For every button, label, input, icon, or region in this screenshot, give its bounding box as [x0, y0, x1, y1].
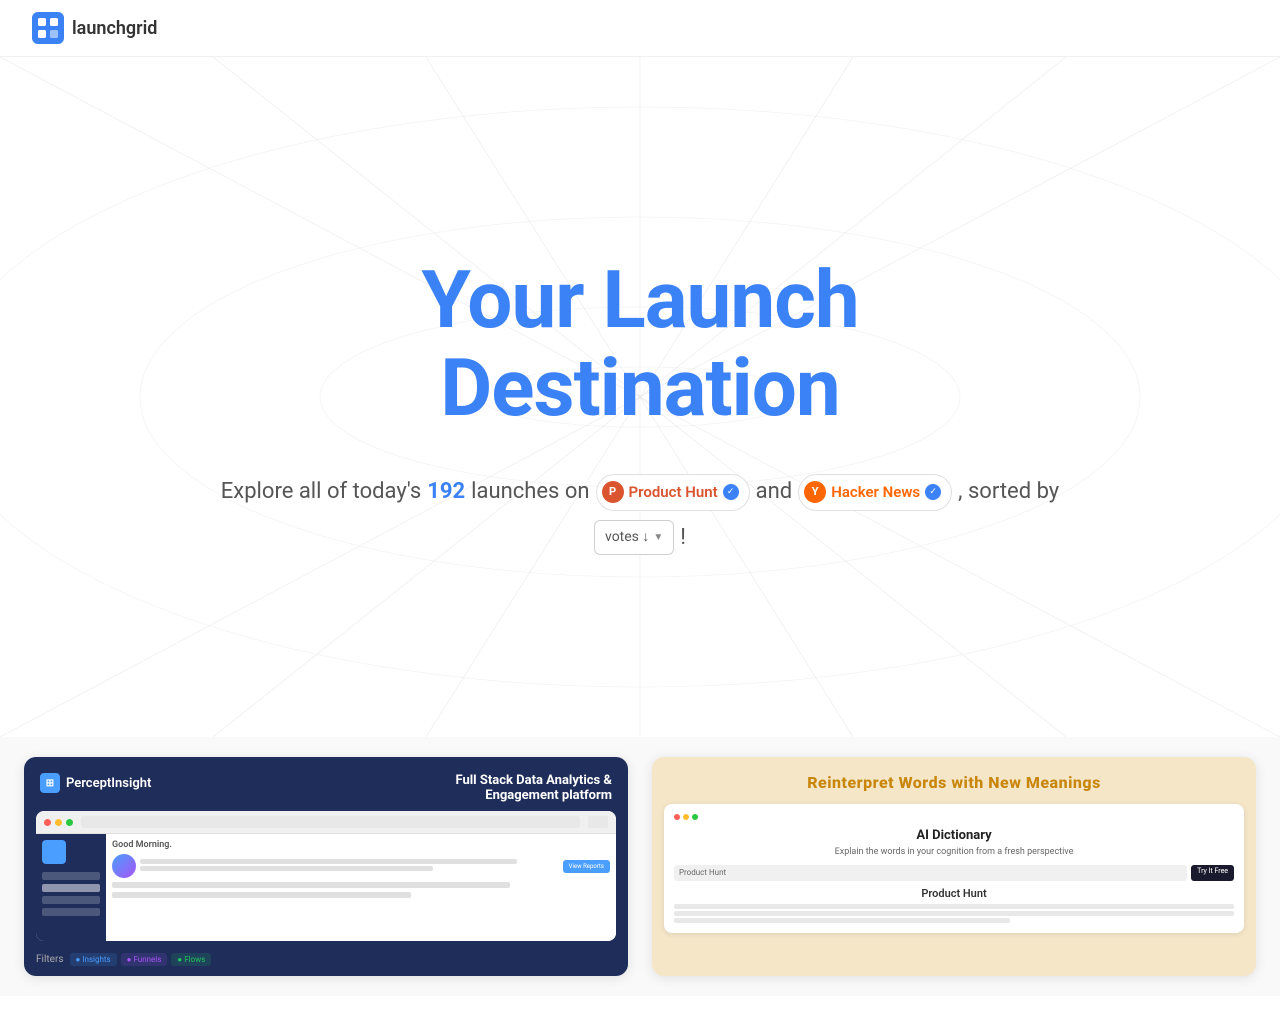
producthunt-badge[interactable]: P Product Hunt ✓	[596, 474, 750, 511]
hero-subtitle: Explore all of today's 192 launches on P…	[190, 472, 1090, 557]
card-left-footer: Filters ● Insights ● Funnels ● Flows	[24, 949, 628, 976]
text-line-1	[140, 859, 517, 864]
avatar-graphic	[112, 854, 136, 878]
filter-funnels: ● Funnels	[121, 953, 168, 966]
ai-dict-title: AI Dictionary	[674, 828, 1234, 843]
sort-label: votes ↓	[605, 525, 649, 550]
hackernews-name: Hacker News	[831, 479, 920, 506]
logo-text: launchgrid	[72, 18, 157, 39]
sidebar-item-home	[42, 872, 100, 880]
try-it-free-btn[interactable]: Try It Free	[1191, 865, 1234, 881]
header: launchgrid	[0, 0, 1280, 57]
ai-dict-search-input[interactable]: Product Hunt	[674, 865, 1187, 881]
smart-reports-text	[140, 859, 559, 873]
card-right-inner: AI Dictionary Explain the words in your …	[652, 804, 1256, 945]
sidebar-logo-small	[42, 840, 66, 864]
hero-section: Your Launch Destination Explore all of t…	[0, 57, 1280, 737]
hackernews-icon: Y	[804, 481, 826, 503]
filter-flows: ● Flows	[171, 953, 211, 966]
ai-dict-word: Product Hunt	[674, 887, 1234, 900]
progress-bar	[112, 882, 510, 888]
logo-icon	[32, 12, 64, 44]
progress-bar-2	[112, 892, 411, 898]
browser-dots-row	[674, 814, 1234, 820]
sidebar-item-4	[42, 908, 100, 916]
card-inner-screenshot: Good Morning. View Reports	[36, 811, 616, 941]
sort-dropdown[interactable]: votes ↓ ▼	[594, 520, 674, 555]
browser-controls	[588, 816, 608, 828]
ai-dict-subtitle: Explain the words in your cognition from…	[674, 847, 1234, 857]
filter-tags: ● Insights ● Funnels ● Flows	[70, 953, 212, 966]
card-left-header: ⊞ PerceptInsight Full Stack Data Analyti…	[24, 757, 628, 811]
dot-red	[674, 814, 680, 820]
logo[interactable]: launchgrid	[32, 12, 157, 44]
cards-section: ⊞ PerceptInsight Full Stack Data Analyti…	[0, 737, 1280, 996]
browser-dot-green	[66, 819, 73, 826]
text-line-2	[140, 866, 433, 871]
card-aidictionary[interactable]: Reinterpret Words with New Meanings AI D…	[652, 757, 1256, 976]
definition-line-1	[674, 904, 1234, 909]
view-reports-btn[interactable]: View Reports	[563, 860, 610, 873]
card-inner-sidebar	[36, 834, 106, 941]
card-right-header: Reinterpret Words with New Meanings	[652, 757, 1256, 796]
card-right-title: Reinterpret Words with New Meanings	[668, 773, 1240, 792]
card-perceptinsight[interactable]: ⊞ PerceptInsight Full Stack Data Analyti…	[24, 757, 628, 976]
browser-dot-red	[44, 819, 51, 826]
launch-count: 192	[427, 472, 465, 512]
dot-yellow	[683, 814, 689, 820]
producthunt-check: ✓	[723, 484, 739, 500]
card-logo: ⊞ PerceptInsight	[40, 773, 151, 793]
filter-insights: ● Insights	[70, 953, 117, 966]
greeting-text: Good Morning.	[112, 840, 610, 850]
hero-content: Your Launch Destination Explore all of t…	[190, 256, 1090, 557]
hero-title: Your Launch Destination	[190, 256, 1090, 432]
sidebar-item-active	[42, 884, 100, 892]
producthunt-icon: P	[602, 481, 624, 503]
input-value: Product Hunt	[674, 865, 1187, 880]
card-inner-main: Good Morning. View Reports	[106, 834, 616, 941]
browser-url-bar	[81, 816, 580, 828]
hackernews-badge[interactable]: Y Hacker News ✓	[798, 474, 952, 511]
producthunt-name: Product Hunt	[629, 479, 718, 506]
dot-green	[692, 814, 698, 820]
browser-dot-yellow	[55, 819, 62, 826]
browser-bar	[36, 811, 616, 834]
sidebar-item-3	[42, 896, 100, 904]
smart-reports-row: View Reports	[112, 854, 610, 878]
filters-label: Filters	[36, 954, 64, 965]
card-left-title: Full Stack Data Analytics & Engagement p…	[412, 773, 612, 803]
definition-line-2	[674, 911, 1234, 916]
perceptinsight-logo-text: PerceptInsight	[66, 776, 151, 791]
chevron-down-icon: ▼	[653, 529, 663, 547]
card-inner-content: Good Morning. View Reports	[36, 834, 616, 941]
perceptinsight-logo-icon: ⊞	[40, 773, 60, 793]
definition-line-3	[674, 918, 1010, 923]
ai-dict-definition-lines	[674, 904, 1234, 923]
ai-dictionary-screenshot: AI Dictionary Explain the words in your …	[664, 804, 1244, 933]
hackernews-check: ✓	[925, 484, 941, 500]
ai-dict-input-row: Product Hunt Try It Free	[674, 865, 1234, 881]
